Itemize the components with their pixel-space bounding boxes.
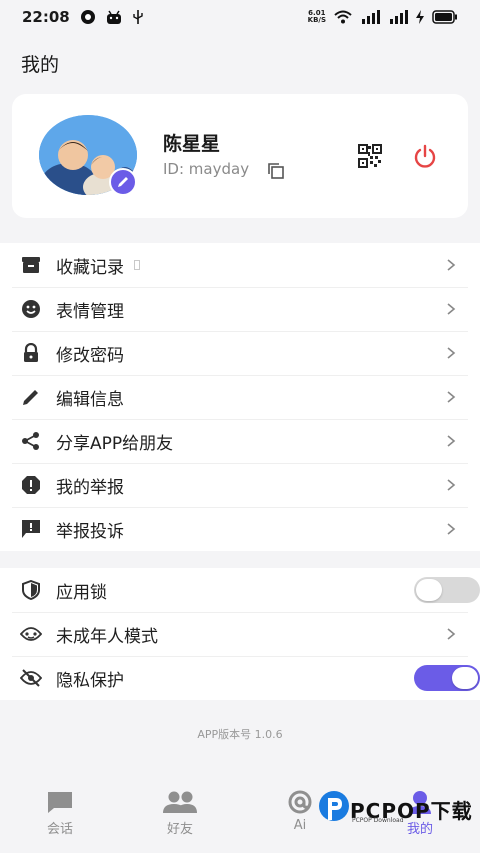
lock-icon	[20, 342, 42, 364]
menu-item-emoji[interactable]: 表情管理	[0, 287, 480, 331]
tab-label: 好友	[166, 822, 193, 837]
menu-item-complaint[interactable]: 举报投诉	[0, 507, 480, 551]
power-icon[interactable]	[412, 144, 438, 170]
tab-label: Ai	[293, 818, 307, 833]
toggle-knob	[452, 667, 478, 689]
alert-icon	[20, 474, 42, 496]
watermark-subtext: PCPOP Download	[352, 817, 404, 824]
menu-label: 未成年人模式	[56, 626, 158, 647]
menu-label: 隐私保护	[56, 670, 124, 691]
battery-icon	[432, 10, 457, 24]
signal-icon-2	[390, 10, 408, 24]
report-icon	[20, 518, 42, 540]
menu-group-primary: 收藏记录 表情管理 修改密码 编辑信息 分享APP给朋友 我的举报 举报投诉	[0, 243, 480, 551]
netspeed: 6.01 KB/S	[307, 9, 326, 24]
chevron-right-icon	[447, 435, 456, 447]
tiny-box-icon	[134, 260, 140, 270]
eye-icon	[20, 623, 42, 645]
chat-icon	[48, 792, 72, 813]
profile-card: 陈星星 ID: mayday	[12, 94, 468, 218]
tab-label: 会话	[46, 822, 73, 837]
notification-icon	[80, 10, 95, 24]
menu-item-favorites[interactable]: 收藏记录	[0, 243, 480, 287]
version-text: APP版本号 1.0.6	[197, 728, 283, 741]
signal-icon	[362, 10, 380, 24]
menu-label: 应用锁	[56, 582, 107, 603]
smiley-icon	[20, 298, 42, 320]
tab-chat[interactable]: 会话	[30, 790, 90, 837]
eye-off-icon	[20, 667, 42, 689]
charging-icon	[416, 10, 424, 24]
android-icon	[106, 10, 121, 24]
at-icon	[288, 790, 312, 814]
menu-item-change-password[interactable]: 修改密码	[0, 331, 480, 375]
status-time: 22:08	[22, 8, 70, 26]
chevron-right-icon	[447, 628, 456, 640]
menu-item-privacy[interactable]: 隐私保护	[0, 656, 480, 700]
share-icon	[20, 430, 42, 452]
chevron-right-icon	[447, 259, 456, 271]
menu-item-share-app[interactable]: 分享APP给朋友	[0, 419, 480, 463]
privacy-toggle[interactable]	[414, 665, 480, 691]
toggle-knob	[416, 579, 442, 601]
menu-label: 表情管理	[56, 301, 124, 322]
watermark-logo	[319, 791, 349, 821]
menu-item-app-lock[interactable]: 应用锁	[0, 568, 480, 612]
watermark: PCPOP下载 PCPOP Download	[318, 790, 473, 828]
qr-code-icon[interactable]	[358, 144, 382, 168]
shield-icon	[20, 579, 42, 601]
chevron-right-icon	[447, 303, 456, 315]
chevron-right-icon	[447, 479, 456, 491]
menu-label: 编辑信息	[56, 389, 124, 410]
pencil-icon	[118, 177, 128, 187]
menu-label: 我的举报	[56, 477, 124, 498]
app-lock-toggle[interactable]	[414, 577, 480, 603]
profile-name: 陈星星	[163, 133, 221, 155]
menu-label: 分享APP给朋友	[56, 433, 174, 454]
menu-label: 举报投诉	[56, 521, 124, 542]
menu-label: 收藏记录	[56, 257, 124, 278]
menu-group-security: 应用锁 未成年人模式 隐私保护	[0, 568, 480, 700]
chevron-right-icon	[447, 347, 456, 359]
usb-icon	[133, 10, 143, 24]
profile-id: ID: mayday	[163, 160, 250, 178]
copy-icon[interactable]	[267, 162, 285, 180]
page-title: 我的	[21, 54, 60, 76]
wifi-icon	[334, 10, 352, 24]
menu-item-minor-mode[interactable]: 未成年人模式	[0, 612, 480, 656]
menu-label: 修改密码	[56, 345, 124, 366]
menu-item-edit-info[interactable]: 编辑信息	[0, 375, 480, 419]
menu-item-my-reports[interactable]: 我的举报	[0, 463, 480, 507]
tab-friends[interactable]: 好友	[150, 790, 210, 837]
chevron-right-icon	[447, 391, 456, 403]
archive-icon	[20, 254, 42, 276]
edit-avatar-button[interactable]	[109, 168, 137, 196]
friends-icon	[163, 791, 197, 813]
status-bar: 22:08 6.01 KB/S	[0, 0, 480, 34]
pencil-icon	[20, 386, 42, 408]
chevron-right-icon	[447, 523, 456, 535]
